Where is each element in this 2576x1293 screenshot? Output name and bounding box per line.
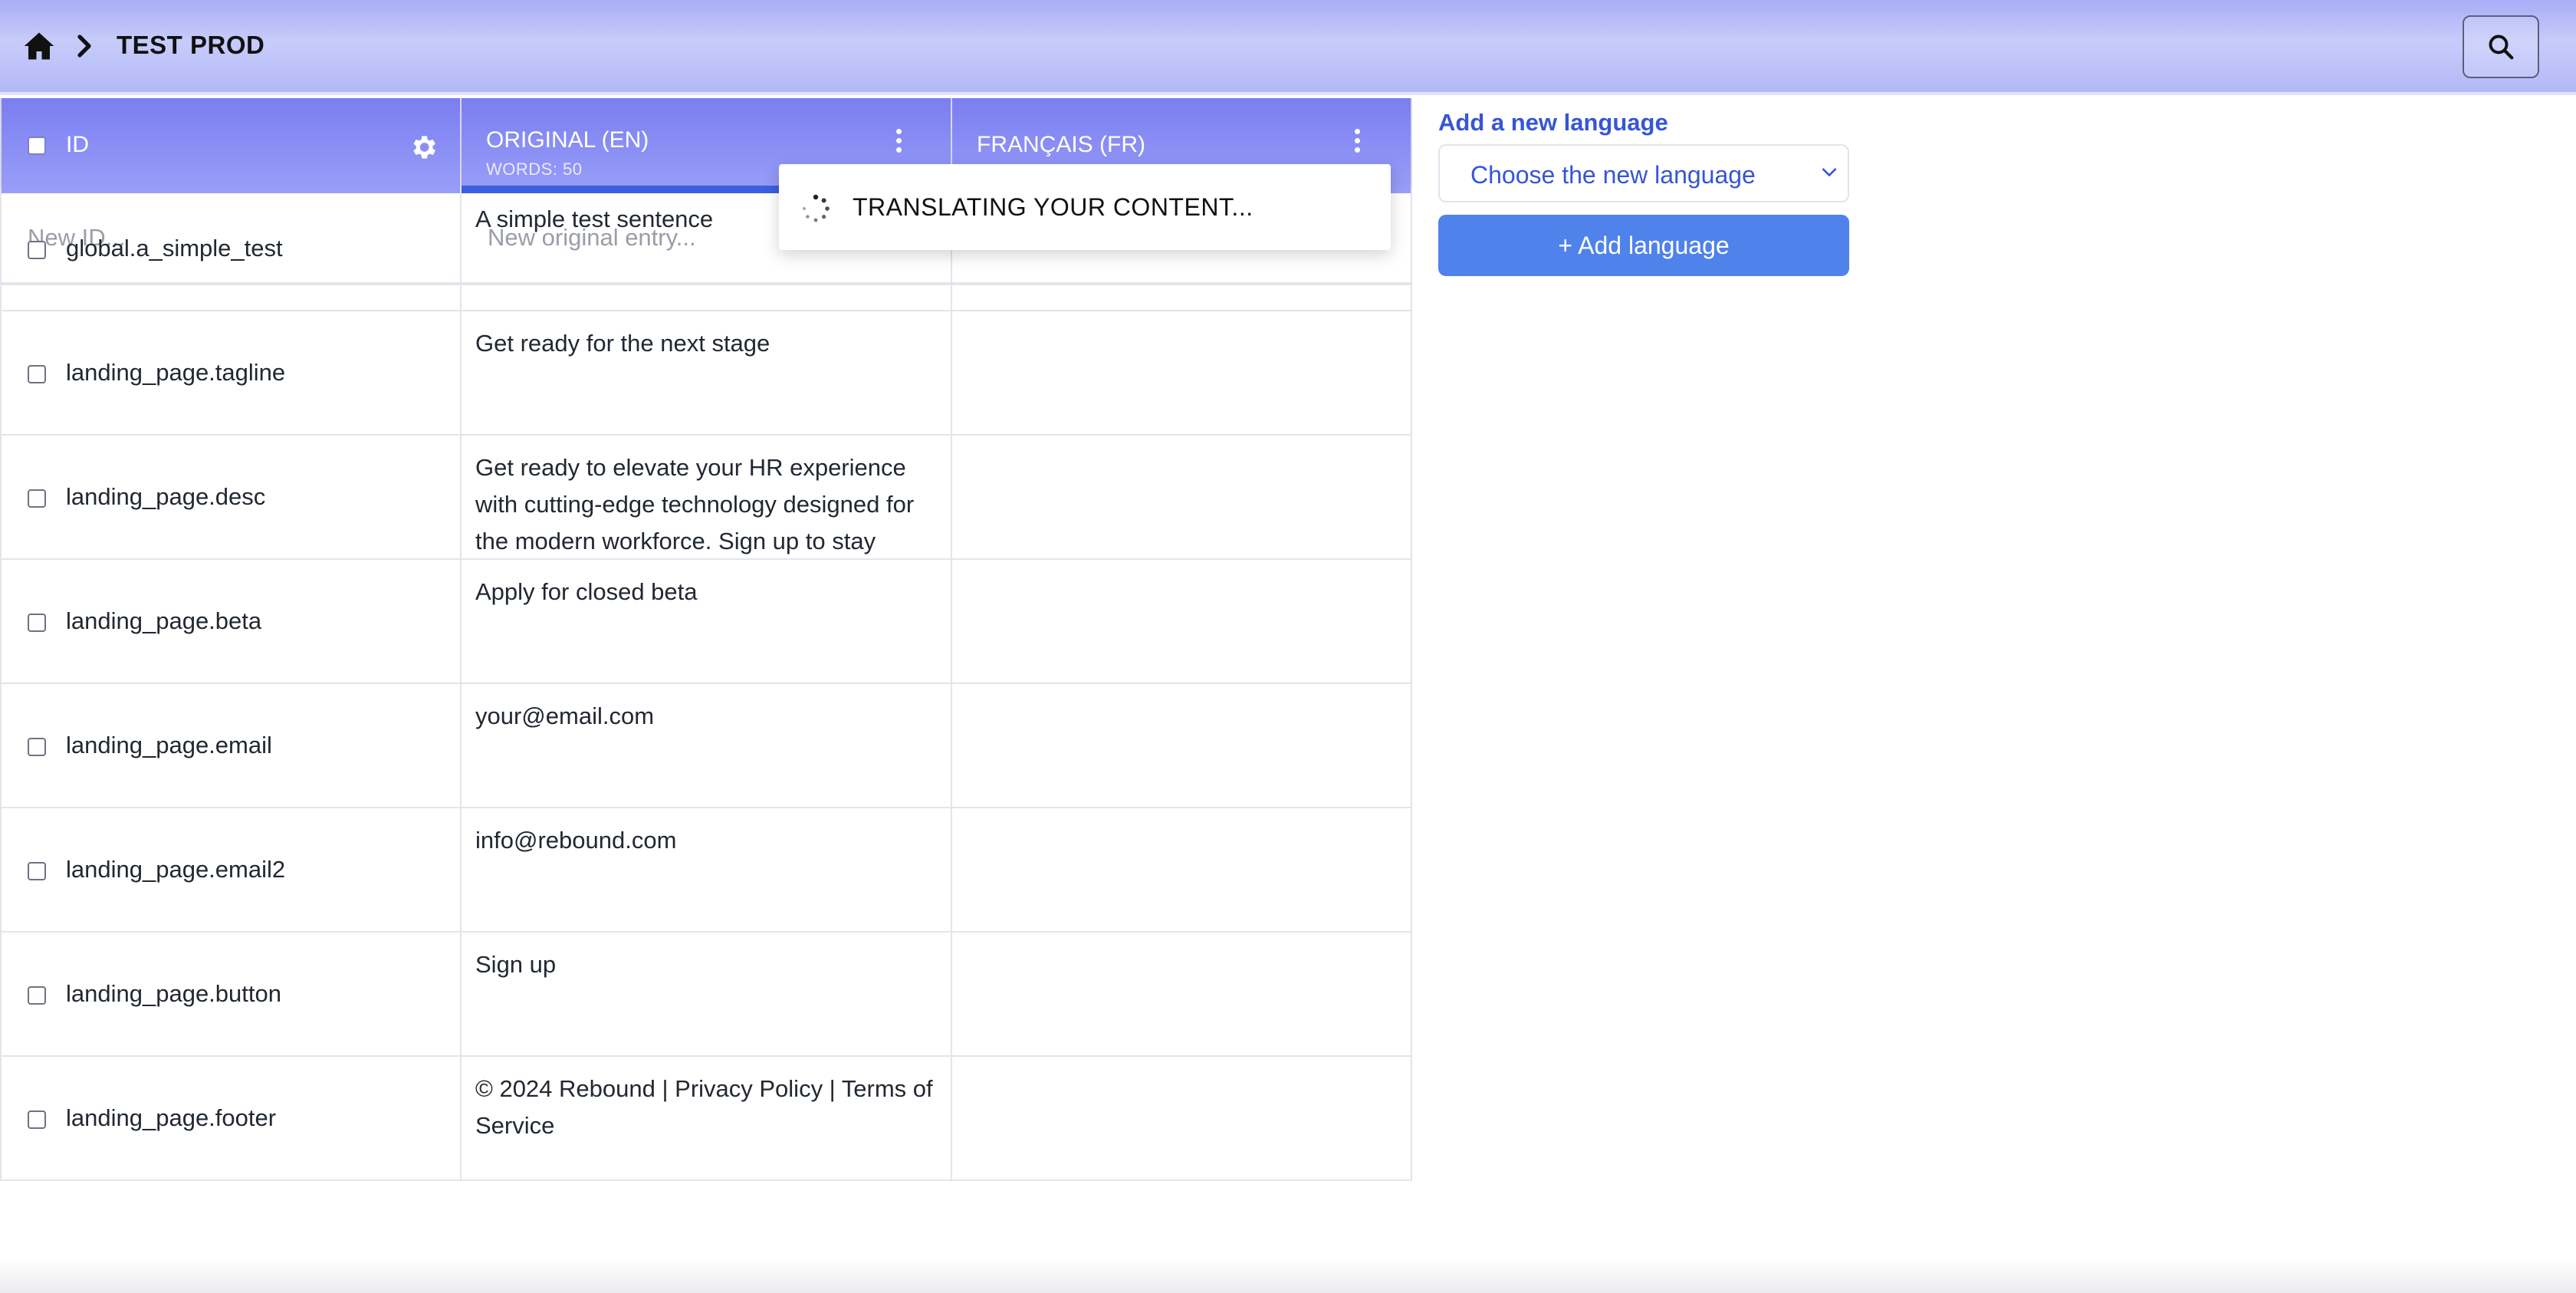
french-column-menu-button[interactable] — [1351, 129, 1363, 160]
row-id[interactable]: landing_page.footer — [66, 1104, 276, 1132]
gear-icon[interactable] — [408, 132, 439, 163]
kebab-menu-icon — [895, 129, 902, 134]
row-id[interactable]: global.a_simple_test — [66, 235, 283, 262]
id-cell: landing_page.beta — [0, 560, 462, 684]
original-cell[interactable]: Apply for closed beta — [462, 560, 952, 684]
original-cell[interactable]: info@rebound.com — [462, 808, 952, 933]
chevron-down-icon — [1822, 168, 1837, 176]
column-title-original: ORIGINAL (EN) — [486, 127, 649, 153]
table-row: landing_page.email your@email.com — [0, 684, 1412, 808]
table-row: landing_page.email2 info@rebound.com — [0, 808, 1412, 933]
row-checkbox[interactable] — [28, 489, 46, 508]
add-language-title: Add a new language — [1438, 109, 1668, 136]
row-checkbox[interactable] — [28, 365, 46, 383]
chevron-right-icon — [77, 35, 91, 58]
translation-cell[interactable] — [952, 808, 1412, 933]
original-text: © 2024 Rebound | Privacy Policy | Terms … — [475, 1075, 933, 1139]
row-id[interactable]: landing_page.desc — [66, 483, 265, 511]
original-column-menu-button[interactable] — [892, 129, 905, 160]
original-cell[interactable]: Get ready for the next stage — [462, 311, 952, 436]
column-title-id: ID — [66, 132, 89, 157]
row-checkbox[interactable] — [28, 862, 46, 880]
home-icon[interactable] — [23, 31, 55, 61]
row-checkbox[interactable] — [28, 1110, 46, 1129]
original-text: info@rebound.com — [475, 827, 677, 854]
row-checkbox[interactable] — [28, 241, 46, 259]
word-count: WORDS: 50 — [486, 160, 583, 179]
column-title-french: FRANÇAIS (FR) — [977, 132, 1145, 157]
table-row: landing_page.tagline Get ready for the ne… — [0, 311, 1412, 436]
original-text: Get ready to elevate your HR experience … — [475, 454, 915, 554]
row-id[interactable]: landing_page.button — [66, 980, 281, 1008]
original-text: Sign up — [475, 951, 557, 978]
original-cell[interactable]: Get ready to elevate your HR experience … — [462, 436, 952, 560]
original-cell[interactable]: © 2024 Rebound | Privacy Policy | Terms … — [462, 1057, 952, 1181]
add-language-button[interactable]: + Add language — [1438, 215, 1849, 276]
language-select-value: Choose the new language — [1470, 161, 1756, 189]
breadcrumb-current[interactable]: TEST PROD — [117, 31, 264, 60]
id-cell: landing_page.button — [0, 933, 462, 1057]
id-cell: landing_page.tagline — [0, 311, 462, 436]
select-all-checkbox[interactable] — [28, 137, 46, 155]
row-checkbox[interactable] — [28, 986, 46, 1005]
id-cell: landing_page.desc — [0, 436, 462, 560]
original-cell[interactable]: your@email.com — [462, 684, 952, 808]
row-checkbox[interactable] — [28, 738, 46, 756]
translating-toast: TRANSLATING YOUR CONTENT... — [779, 164, 1391, 250]
id-cell: global.a_simple_test — [0, 187, 462, 311]
original-cell[interactable]: Sign up — [462, 933, 952, 1057]
search-icon — [2489, 35, 2514, 60]
table-row: landing_page.footer © 2024 Rebound | Priv… — [0, 1057, 1412, 1181]
row-id[interactable]: landing_page.email — [66, 732, 272, 759]
id-cell: landing_page.email — [0, 684, 462, 808]
row-checkbox[interactable] — [28, 614, 46, 632]
table-row: landing_page.button Sign up — [0, 933, 1412, 1057]
spinner-icon — [803, 194, 830, 222]
search-button[interactable] — [2463, 15, 2539, 78]
translation-cell[interactable] — [952, 311, 1412, 436]
translation-cell[interactable] — [952, 560, 1412, 684]
table-body: global.a_simple_test A simple test senten… — [0, 187, 1412, 1181]
row-id[interactable]: landing_page.email2 — [66, 856, 285, 883]
original-text: Get ready for the next stage — [475, 330, 770, 357]
translation-cell[interactable] — [952, 684, 1412, 808]
original-text: your@email.com — [475, 702, 655, 729]
id-cell: landing_page.email2 — [0, 808, 462, 933]
translation-cell[interactable] — [952, 1057, 1412, 1181]
original-text: Apply for closed beta — [475, 578, 698, 605]
table-row: landing_page.beta Apply for closed beta — [0, 560, 1412, 684]
row-id[interactable]: landing_page.tagline — [66, 359, 285, 387]
column-header-id: ID — [0, 98, 462, 193]
translation-cell[interactable] — [952, 436, 1412, 560]
kebab-menu-icon — [1354, 129, 1360, 134]
translating-message: TRANSLATING YOUR CONTENT... — [853, 193, 1254, 221]
id-cell: landing_page.footer — [0, 1057, 462, 1181]
top-bar: TEST PROD — [0, 0, 2576, 95]
translation-cell[interactable] — [952, 933, 1412, 1057]
language-select[interactable]: Choose the new language — [1438, 144, 1849, 202]
row-id[interactable]: landing_page.beta — [66, 607, 261, 635]
table-row: landing_page.desc Get ready to elevate yo… — [0, 436, 1412, 560]
